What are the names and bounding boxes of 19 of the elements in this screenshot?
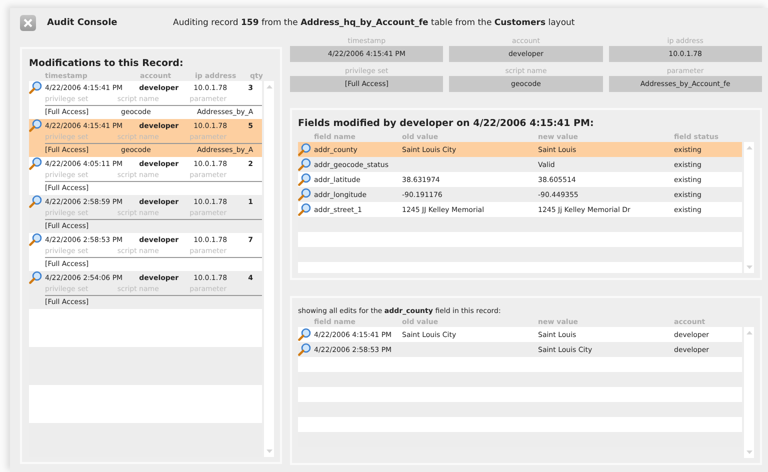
panel-title: Modifications to this Record: [29, 57, 184, 71]
magnifier-icon[interactable] [298, 203, 311, 216]
magnifier-icon[interactable] [298, 173, 311, 186]
magnifier-icon[interactable] [298, 188, 311, 201]
header-text: Auditing record 159 from the Address_hq_by_Account_fe table from the Customers layout [173, 18, 575, 28]
magnifier-icon[interactable] [29, 233, 42, 246]
close-icon[interactable] [23, 18, 33, 28]
magnifier-icon[interactable] [29, 195, 42, 208]
magnifier-icon[interactable] [29, 271, 42, 284]
magnifier-icon[interactable] [298, 143, 311, 156]
close-button[interactable] [20, 15, 36, 31]
magnifier-icon[interactable] [298, 343, 311, 356]
window-title: Audit Console [47, 18, 118, 28]
magnifier-icon[interactable] [298, 158, 311, 171]
magnifier-icon[interactable] [29, 81, 42, 94]
magnifier-icon[interactable] [29, 119, 42, 132]
panel-title: Fields modified by developer on 4/22/2006 4:15:41 PM: [298, 117, 595, 131]
magnifier-icon[interactable] [29, 157, 42, 170]
magnifier-icon[interactable] [298, 328, 311, 341]
